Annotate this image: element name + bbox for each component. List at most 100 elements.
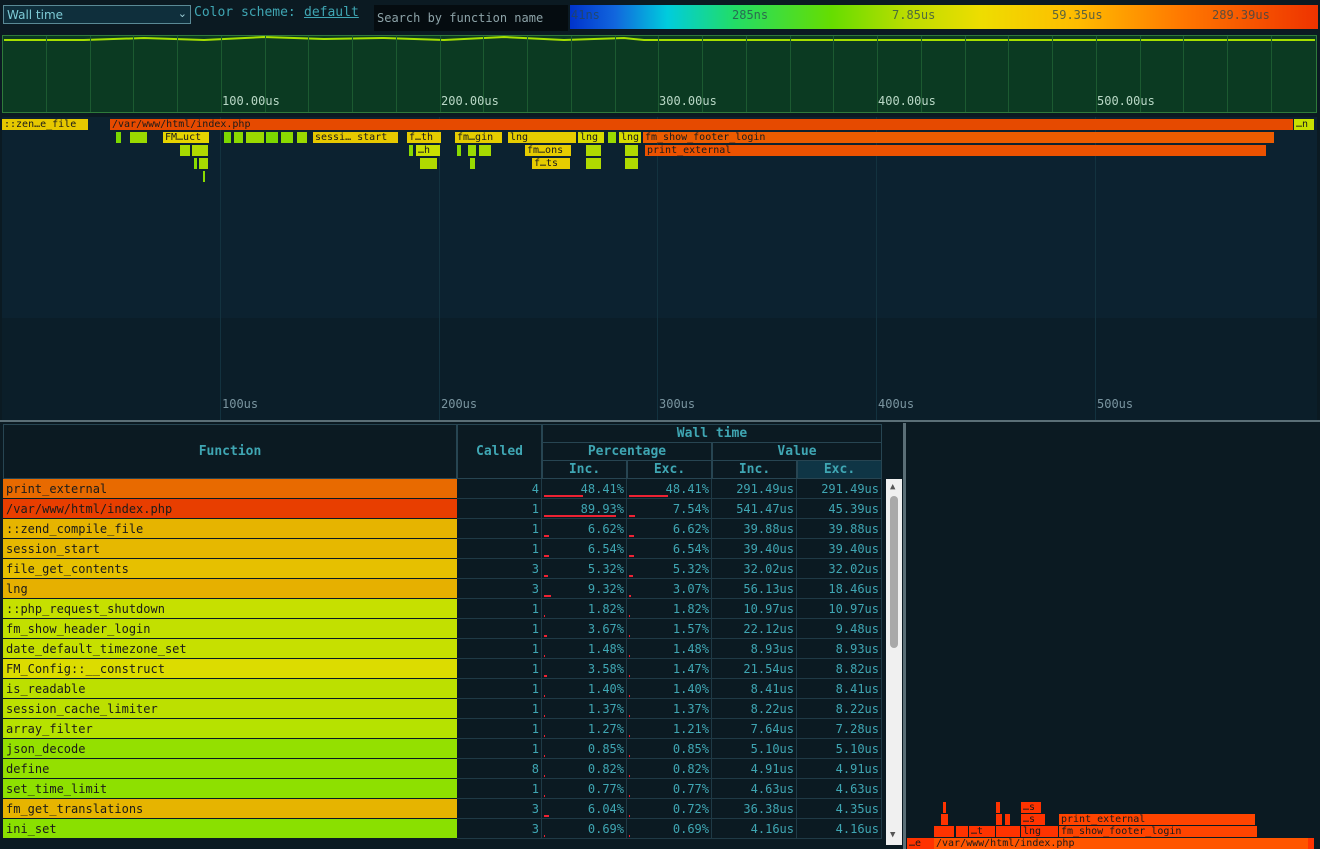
exc-value-cell: 10.97us [797,599,882,619]
table-row[interactable]: set_time_limit 1 0.77% 0.77% 4.63us 4.63us [2,779,882,799]
flame-bar[interactable]: f…ts [532,158,570,169]
flame-bar[interactable] [203,171,205,182]
column-header-percentage: Percentage [542,442,712,461]
column-header-exc-pct[interactable]: Exc. [627,460,712,479]
flame-bar[interactable] [180,145,190,156]
flame-bar[interactable]: lng [578,132,604,143]
flame-bar[interactable] [297,132,307,143]
table-row[interactable]: json_decode 1 0.85% 0.85% 5.10us 5.10us [2,739,882,759]
metric-select[interactable]: Wall time ⌄ [3,5,191,24]
column-header-inc-value[interactable]: Inc. [712,460,797,479]
inc-value-cell: 21.54us [712,659,797,679]
mini-flame-bar[interactable]: …s [1021,802,1041,813]
scroll-up-icon[interactable]: ▲ [890,482,895,492]
flame-bar[interactable] [234,132,243,143]
mini-flame-bar[interactable] [934,826,954,837]
flame-bar[interactable]: fm_show_footer_login [643,132,1274,143]
flame-bar[interactable]: sessi… start [313,132,398,143]
table-row[interactable]: /var/www/html/index.php 1 89.93% 7.54% 541.4… [2,499,882,519]
flame-bar[interactable] [586,158,601,169]
table-row[interactable]: session_cache_limiter 1 1.37% 1.37% 8.22us 8.… [2,699,882,719]
flame-bar[interactable] [479,145,491,156]
flame-bar[interactable] [586,145,601,156]
column-header-exc-value[interactable]: Exc. [797,460,882,479]
column-header-inc-pct[interactable]: Inc. [542,460,627,479]
flame-bar[interactable]: fm…gin [455,132,502,143]
flame-bar[interactable] [116,132,121,143]
flame-bar[interactable] [420,158,437,169]
flame-bar[interactable] [224,132,231,143]
scroll-down-icon[interactable]: ▼ [890,830,895,840]
table-row[interactable]: is_readable 1 1.40% 1.40% 8.41us 8.41us [2,679,882,699]
mini-flame-bar[interactable]: lng [1021,826,1058,837]
table-row[interactable]: ::php_request_shutdown 1 1.82% 1.82% 10.97us… [2,599,882,619]
flame-bar[interactable] [199,158,208,169]
flame-bar[interactable] [192,145,208,156]
table-row[interactable]: fm_get_translations 3 6.04% 0.72% 36.38us 4.3… [2,799,882,819]
mini-flame-bar[interactable]: fm_show_footer_login [1059,826,1257,837]
table-row[interactable]: ::zend_compile_file 1 6.62% 6.62% 39.88us 39.… [2,519,882,539]
timeline-overview[interactable]: 100.00us 200.00us 300.00us 400.00us 500.… [2,35,1317,113]
flame-bar[interactable] [130,132,147,143]
mini-flame-bar[interactable] [941,814,948,825]
flame-bar[interactable]: …h [416,145,440,156]
panel-divider[interactable] [0,420,1320,422]
color-scheme-link[interactable]: default [304,5,359,20]
mini-flame-bar[interactable] [996,802,1000,813]
flame-bar[interactable] [625,145,638,156]
flame-bar[interactable] [281,132,293,143]
mini-flame-bar[interactable] [1005,814,1010,825]
table-row[interactable]: lng 3 9.32% 3.07% 56.13us 18.46us [2,579,882,599]
flame-bar[interactable]: print_external [645,145,1266,156]
mini-flame-bar[interactable] [1308,838,1314,849]
table-row[interactable]: array_filter 1 1.27% 1.21% 7.64us 7.28us [2,719,882,739]
flame-bar[interactable]: fm…ons [525,145,571,156]
flame-bar[interactable] [409,145,413,156]
table-row[interactable]: session_start 1 6.54% 6.54% 39.40us 39.40us [2,539,882,559]
flame-bar[interactable] [468,145,476,156]
flame-bar[interactable] [608,132,616,143]
flame-bar[interactable]: FM…uct [163,132,209,143]
flame-bar[interactable]: lng [619,132,641,143]
table-row[interactable]: define 8 0.82% 0.82% 4.91us 4.91us [2,759,882,779]
inc-percentage-bar [544,655,546,657]
function-name-cell: ::zend_compile_file [3,519,457,539]
mini-flame-bar[interactable]: …s [1021,814,1045,825]
overview-gridline [1008,36,1009,112]
mini-flame-bar[interactable] [996,814,1002,825]
scrollbar-thumb[interactable] [890,496,898,648]
table-row[interactable]: date_default_timezone_set 1 1.48% 1.48% 8.93… [2,639,882,659]
flame-bar[interactable] [246,132,264,143]
search-input[interactable] [374,5,568,31]
callee-flamegraph[interactable] [906,423,1320,849]
flame-bar[interactable]: /var/www/html/index.php [110,119,1293,130]
inc-percentage-bar [544,815,549,817]
table-row[interactable]: fm_show_header_login 1 3.67% 1.57% 22.12us 9.… [2,619,882,639]
column-header-called[interactable]: Called [457,424,542,479]
mini-flame-bar[interactable] [956,826,968,837]
mini-flame-bar[interactable] [943,802,946,813]
flame-bar[interactable] [625,158,638,169]
flame-bar[interactable] [457,145,461,156]
table-row[interactable]: file_get_contents 3 5.32% 5.32% 32.02us 32.02… [2,559,882,579]
flame-bar[interactable] [266,132,278,143]
flame-bar[interactable] [470,158,475,169]
mini-flame-bar[interactable]: …e [907,838,934,849]
mini-flame-bar[interactable] [996,826,1020,837]
flame-bar[interactable]: ::zen…e_file [2,119,88,130]
table-row[interactable]: ini_set 3 0.69% 0.69% 4.16us 4.16us [2,819,882,839]
table-row[interactable]: FM_Config::__construct 1 3.58% 1.47% 21.54us… [2,659,882,679]
legend-tick: 41ns [571,8,600,22]
flame-bar[interactable] [194,158,197,169]
exc-percentage-bar [629,655,631,657]
column-header-function[interactable]: Function [3,424,457,479]
flame-bar[interactable]: f…th [407,132,441,143]
mini-flame-bar[interactable]: print_external [1059,814,1255,825]
exc-percentage-bar [629,515,636,517]
table-row[interactable]: print_external 4 48.41% 48.41% 291.49us 291.4… [2,479,882,499]
mini-flame-bar[interactable]: /var/www/html/index.php [934,838,1308,849]
flame-bar[interactable]: lng [508,132,576,143]
mini-flame-bar[interactable]: …t [969,826,995,837]
flame-bar[interactable]: …n [1294,119,1314,130]
exc-percentage-bar [629,555,635,557]
